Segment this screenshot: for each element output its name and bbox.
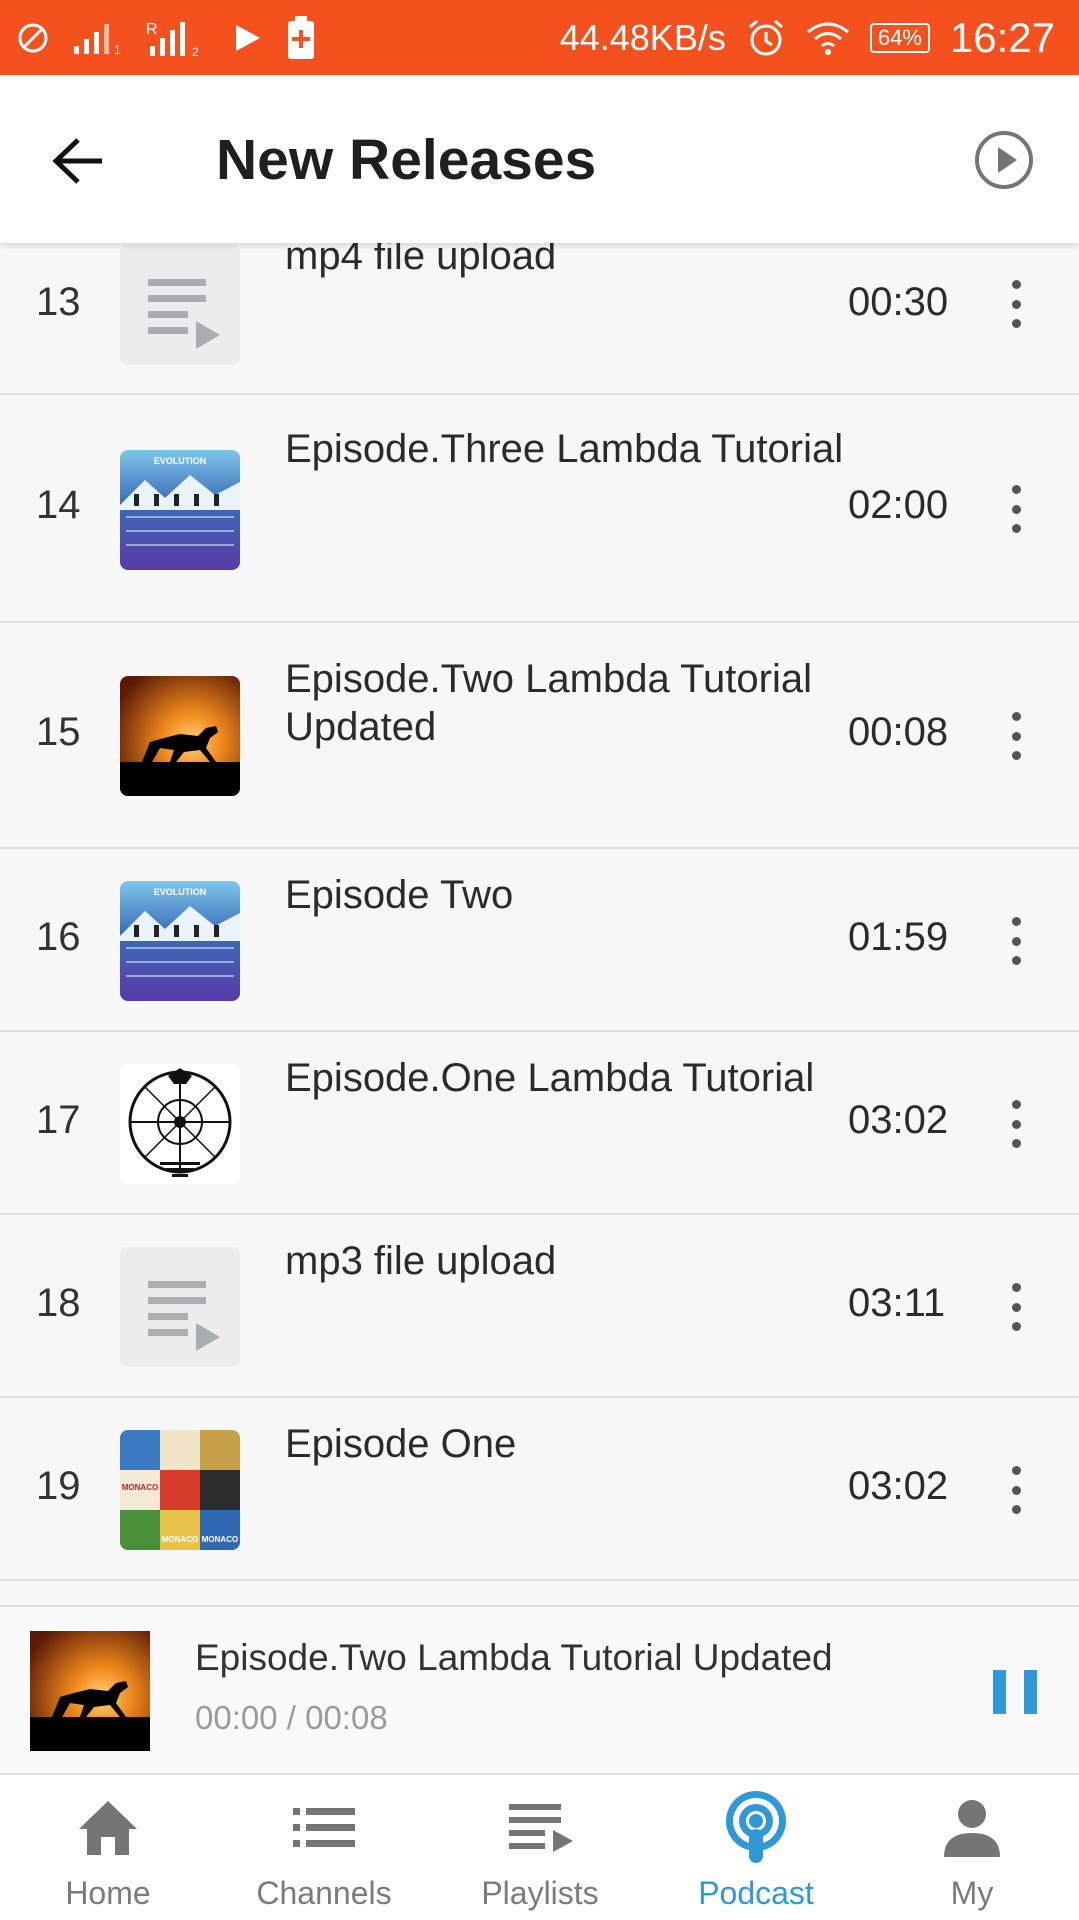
episode-duration: 02:00	[848, 483, 949, 527]
episode-duration: 01:59	[848, 915, 949, 959]
episode-row[interactable]: 13 mp4 file upload 00:30	[0, 243, 1079, 395]
more-options-button[interactable]	[998, 911, 1034, 971]
more-options-button[interactable]	[998, 479, 1034, 539]
home-icon	[79, 1801, 137, 1855]
episode-index: 13	[36, 280, 81, 324]
episode-duration: 03:11	[848, 1281, 946, 1325]
battery-icon: 64%	[869, 22, 930, 53]
alarm-icon	[748, 19, 783, 55]
play-circle-icon	[975, 131, 1033, 189]
test-pattern-thumbnail	[120, 1064, 240, 1184]
nav-label: Playlists	[481, 1875, 599, 1911]
episode-duration: 00:08	[848, 710, 949, 754]
episode-index: 14	[36, 483, 81, 527]
more-options-button[interactable]	[998, 1460, 1034, 1520]
episode-index: 18	[36, 1281, 81, 1325]
status-bar-left: 1 R2	[16, 0, 316, 75]
nav-item-channels[interactable]: Channels	[216, 1775, 432, 1920]
pause-icon	[993, 1670, 1006, 1714]
svg-text:EVOLUTION: EVOLUTION	[154, 456, 207, 466]
episode-list[interactable]: 13 mp4 file upload 00:30 14 EVOLUTION Ep…	[0, 243, 1079, 1605]
svg-text:1: 1	[114, 43, 121, 56]
nav-item-playlists[interactable]: Playlists	[432, 1775, 648, 1920]
no-sim-icon	[18, 23, 48, 52]
episode-index: 15	[36, 710, 81, 754]
episode-row[interactable]: 16 EVOLUTION Episode Two 01:59	[0, 849, 1079, 1032]
svg-text:MONACO: MONACO	[122, 1483, 158, 1492]
signal-icon: 1	[74, 23, 121, 56]
episode-row[interactable]: 14 EVOLUTION Episode.Three Lambda Tutori…	[0, 395, 1079, 623]
nav-label: Channels	[256, 1875, 392, 1911]
play-all-button[interactable]	[971, 127, 1037, 193]
nav-item-my[interactable]: My	[864, 1775, 1079, 1920]
episode-row[interactable]: 19 MONACO MONACO MONACO Episode One 03:02	[0, 1398, 1079, 1581]
podcast-icon	[726, 1791, 786, 1863]
nav-item-home[interactable]: Home	[0, 1775, 216, 1920]
nav-item-podcast[interactable]: Podcast	[648, 1775, 864, 1920]
monaco-posters-thumbnail: MONACO MONACO MONACO	[120, 1430, 240, 1550]
back-button[interactable]	[42, 125, 114, 197]
nav-label: My	[950, 1875, 994, 1911]
evolution-poster-thumbnail: EVOLUTION	[120, 450, 240, 570]
more-options-button[interactable]	[998, 1277, 1034, 1337]
episode-row[interactable]: 15 Episode.Two Lambda Tutorial Updated 0…	[0, 623, 1079, 849]
more-options-button[interactable]	[998, 706, 1034, 766]
now-playing-thumbnail	[30, 1631, 150, 1751]
episode-row[interactable]: 17 Episode.One Lambda Tutorial 03:02	[0, 1032, 1079, 1215]
svg-text:MONACO: MONACO	[202, 1535, 238, 1544]
playlist-placeholder-thumbnail	[120, 1247, 240, 1367]
nav-label: Home	[65, 1875, 151, 1911]
playlist-play-icon	[148, 1281, 220, 1351]
episode-title: mp3 file upload	[285, 1239, 557, 1283]
signal-roaming-icon: R2	[146, 21, 199, 58]
arrow-left-icon	[52, 138, 102, 184]
list-icon	[293, 1808, 355, 1847]
episode-row[interactable]: 18 mp3 file upload 03:11	[0, 1215, 1079, 1398]
now-playing-time: 00:00 / 00:08	[195, 1699, 388, 1736]
episode-title: Episode One	[285, 1422, 517, 1466]
battery-saver-icon	[288, 15, 314, 59]
playlist-play-icon	[148, 279, 220, 349]
bottom-navigation: Home Channels Playlists Podcast My	[0, 1775, 1079, 1920]
wifi-icon	[806, 22, 849, 55]
more-options-button[interactable]	[998, 274, 1034, 334]
status-bar: 1 R2 44.48KB/s 64% 16:27	[0, 0, 1079, 75]
horse-sunset-thumbnail	[120, 676, 240, 796]
playlist-play-icon	[509, 1804, 573, 1852]
episode-duration: 03:02	[848, 1464, 949, 1508]
evolution-poster-thumbnail: EVOLUTION	[120, 881, 240, 1001]
status-bar-right: 44.48KB/s 64% 16:27	[560, 0, 1055, 75]
svg-text:2: 2	[192, 45, 199, 58]
episode-title: Episode.One Lambda Tutorial	[285, 1056, 815, 1100]
episode-title: Episode.Two Lambda Tutorial Updated	[285, 657, 812, 749]
now-playing-title: Episode.Two Lambda Tutorial Updated	[195, 1637, 833, 1678]
svg-text:MONACO: MONACO	[162, 1535, 198, 1544]
pause-button[interactable]	[993, 1670, 1037, 1714]
clock: 16:27	[949, 13, 1055, 61]
svg-text:R: R	[146, 21, 158, 38]
episode-duration: 00:30	[848, 280, 949, 324]
playlist-placeholder-thumbnail	[120, 245, 240, 365]
app-bar: New Releases	[0, 75, 1079, 243]
person-icon	[944, 1800, 1000, 1857]
network-speed: 44.48KB/s	[559, 16, 726, 58]
episode-title: Episode Two	[285, 873, 514, 917]
episode-index: 17	[36, 1098, 81, 1142]
episode-title: Episode.Three Lambda Tutorial	[285, 427, 844, 471]
svg-text:EVOLUTION: EVOLUTION	[154, 887, 207, 897]
page-title: New Releases	[216, 128, 597, 192]
more-options-button[interactable]	[998, 1094, 1034, 1154]
episode-index: 19	[36, 1464, 81, 1508]
now-playing-bar[interactable]: Episode.Two Lambda Tutorial Updated 00:0…	[0, 1605, 1079, 1775]
episode-index: 16	[36, 915, 81, 959]
episode-title: mp4 file upload	[285, 243, 557, 278]
play-store-icon	[236, 24, 260, 51]
nav-label: Podcast	[698, 1875, 814, 1911]
episode-duration: 03:02	[848, 1098, 949, 1142]
